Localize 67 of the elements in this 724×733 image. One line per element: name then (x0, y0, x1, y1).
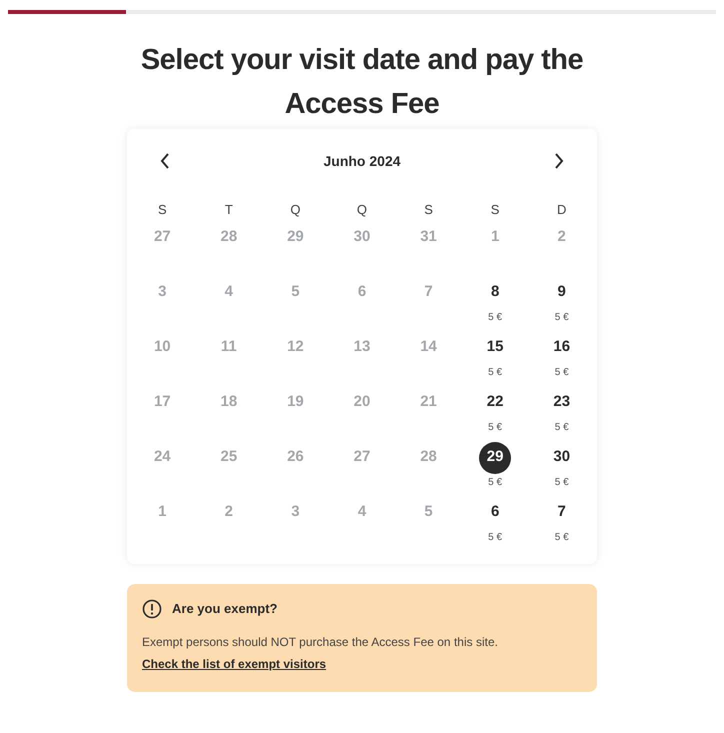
day-button[interactable]: 30 (546, 442, 578, 474)
day-button[interactable]: 7 (546, 496, 578, 528)
weekday-label: T (224, 201, 233, 219)
weekday-label: S (490, 201, 500, 219)
day-button[interactable]: 21 (412, 386, 445, 418)
weekday-label: S (424, 201, 433, 219)
day-price: 5 € (488, 420, 502, 434)
day-button[interactable]: 17 (146, 386, 178, 418)
day-price: 5 € (488, 366, 502, 380)
day-price: 5 € (554, 310, 569, 324)
weekday-label: D (557, 201, 566, 219)
day-button[interactable]: 25 (212, 442, 245, 474)
day-button[interactable]: 20 (346, 386, 378, 418)
day-price: 5 € (488, 310, 502, 324)
day-button[interactable]: 30 (346, 222, 378, 254)
day-price: 5 € (554, 476, 569, 490)
day-button[interactable]: 26 (279, 442, 312, 474)
day-button[interactable]: 7 (412, 276, 445, 308)
day-button[interactable]: 5 (412, 496, 445, 528)
day-button[interactable]: 27 (146, 222, 178, 254)
weekday-label: Q (290, 201, 300, 219)
weekday-label: S (158, 201, 167, 219)
exempt-list-link[interactable]: Check the list of exempt visitors (142, 654, 326, 672)
warning-icon (142, 598, 162, 618)
notice-text: Exempt persons should NOT purchase the Access Fee on this site. (142, 634, 499, 650)
day-button[interactable]: 2 (546, 222, 578, 254)
day-button[interactable]: 10 (146, 332, 178, 364)
day-button[interactable]: 5 (279, 276, 312, 308)
day-price: 5 € (554, 530, 569, 544)
day-button[interactable]: 3 (146, 276, 178, 308)
day-button[interactable]: 2 (212, 496, 245, 528)
day-button[interactable]: 22 (479, 386, 512, 418)
day-button[interactable]: 9 (546, 276, 578, 308)
day-button[interactable]: 8 (479, 276, 512, 308)
day-button[interactable]: 14 (412, 332, 445, 364)
chevron-right-icon (554, 153, 564, 169)
page-title: Select your visit date and pay the Access Fee (140, 43, 584, 122)
day-button[interactable]: 19 (279, 386, 312, 418)
day-button[interactable]: 29 (279, 222, 312, 254)
day-price: 5 € (554, 366, 569, 380)
day-button[interactable]: 28 (412, 442, 445, 474)
day-button[interactable]: 4 (346, 496, 378, 528)
chevron-left-icon (160, 153, 170, 169)
day-button[interactable]: 23 (546, 386, 578, 418)
weekday-label: Q (356, 201, 368, 219)
day-button[interactable]: 4 (212, 276, 245, 308)
day-button[interactable]: 3 (279, 496, 312, 528)
day-button[interactable]: 1 (146, 496, 178, 528)
day-button[interactable]: 6 (479, 496, 512, 528)
day-button[interactable]: 6 (346, 276, 378, 308)
day-button[interactable]: 27 (346, 442, 378, 474)
notice-title: Are you exempt? (172, 600, 278, 618)
day-price: 5 € (488, 530, 502, 544)
day-button[interactable]: 13 (346, 332, 378, 364)
day-button[interactable]: 1 (479, 222, 512, 254)
day-button[interactable]: 18 (212, 386, 245, 418)
day-button[interactable]: 15 (479, 332, 512, 364)
month-title: Junho 2024 (323, 152, 401, 170)
day-button[interactable]: 29 (479, 442, 512, 474)
day-button[interactable]: 24 (146, 442, 178, 474)
day-button[interactable]: 11 (212, 332, 245, 364)
day-button[interactable]: 31 (412, 222, 445, 254)
day-button[interactable]: 28 (212, 222, 245, 254)
day-price: 5 € (488, 476, 502, 490)
day-button[interactable]: 12 (279, 332, 312, 364)
day-button[interactable]: 16 (546, 332, 578, 364)
day-price: 5 € (554, 420, 569, 434)
